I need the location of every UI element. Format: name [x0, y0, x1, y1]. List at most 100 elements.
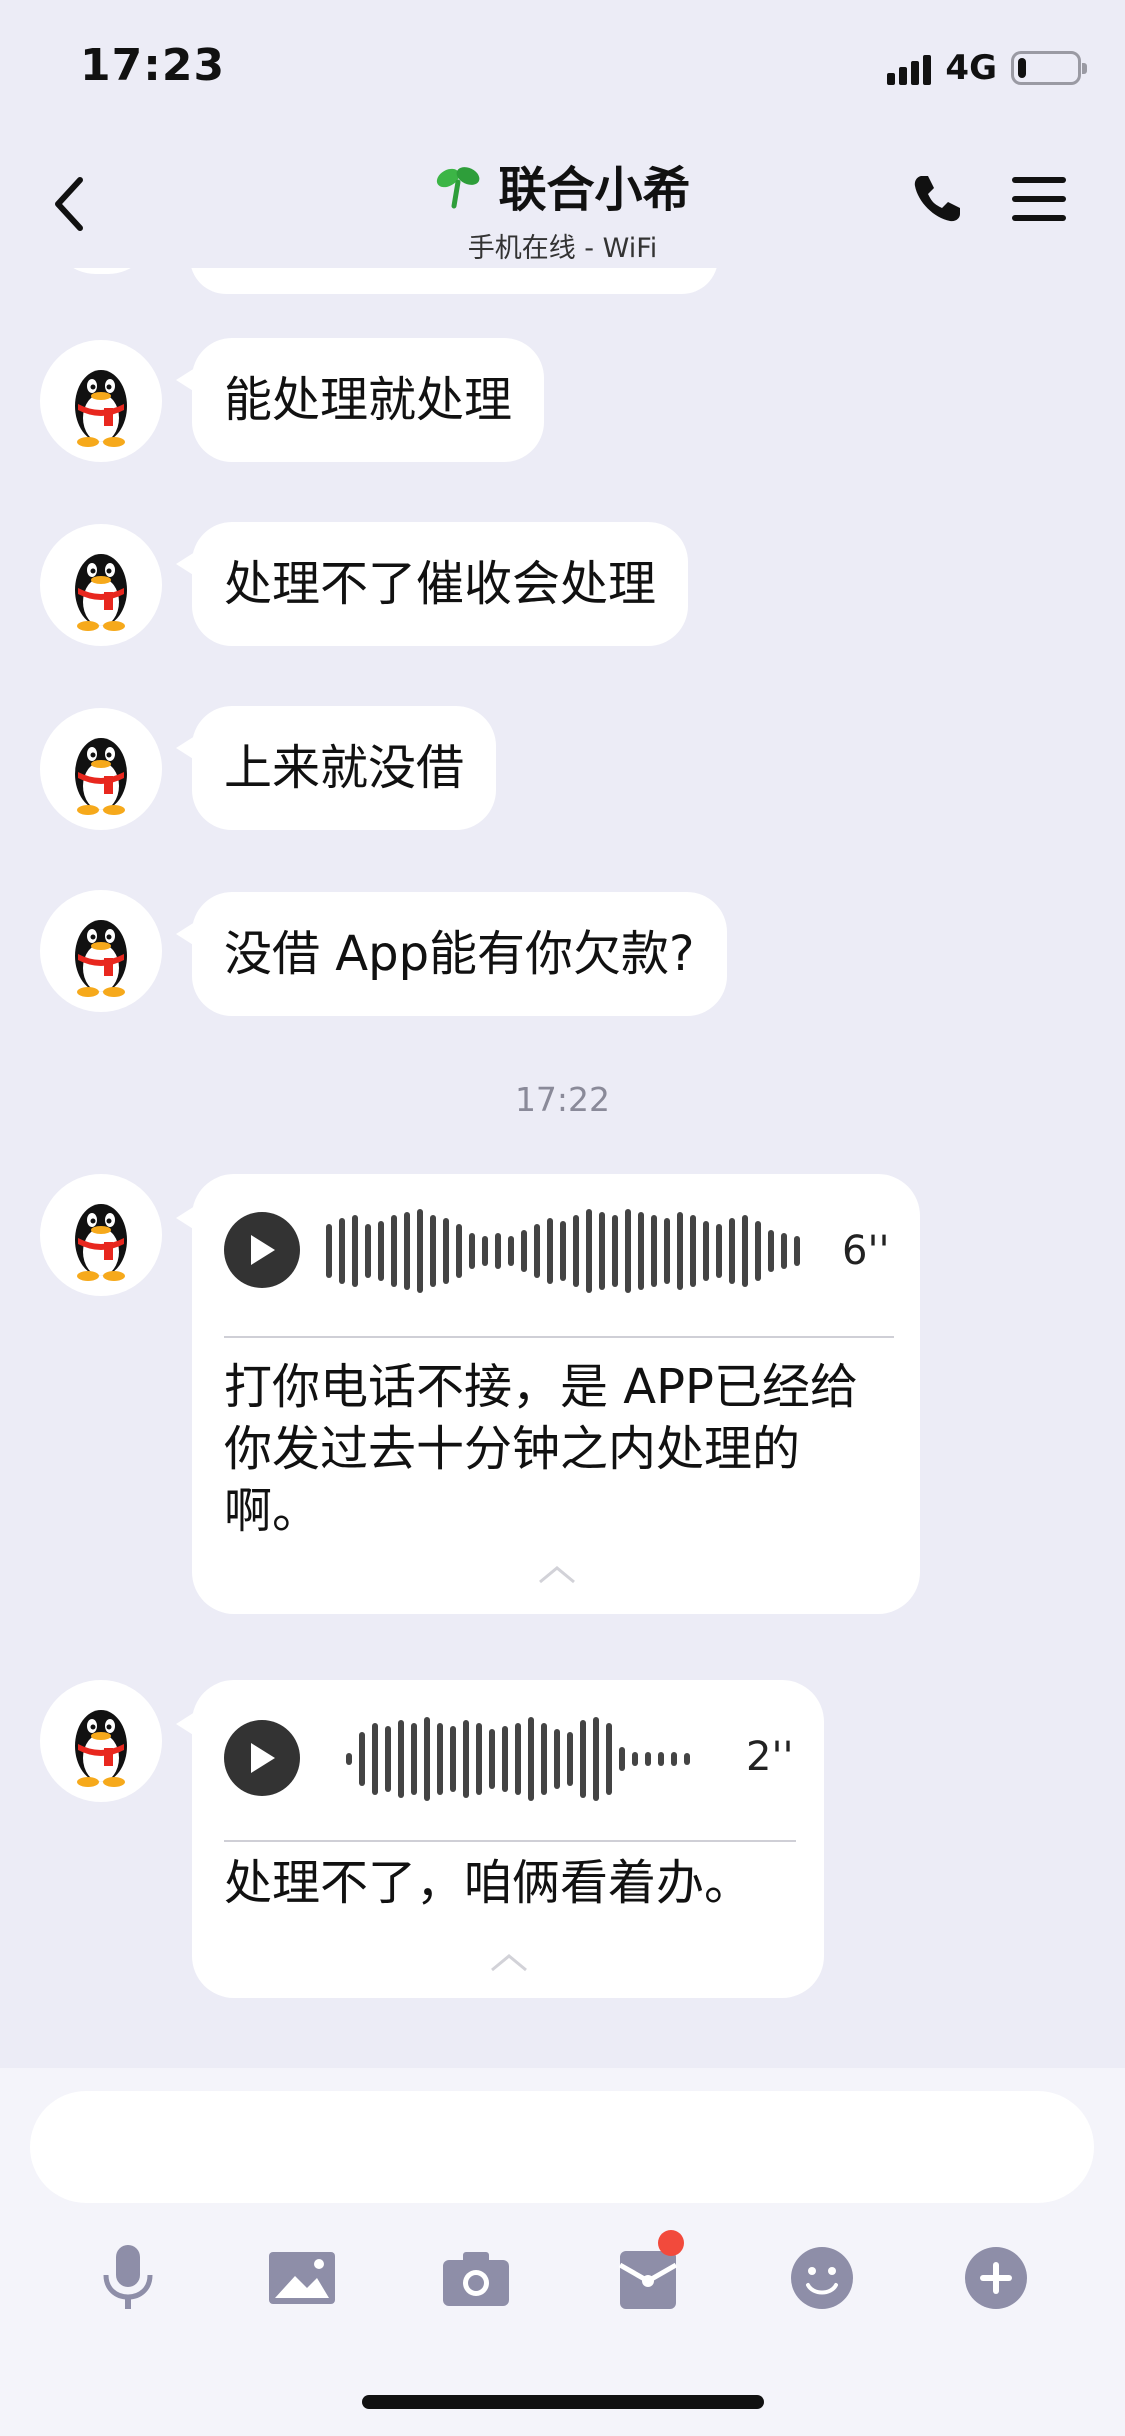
waveform-bar — [677, 1212, 683, 1290]
message-bubble[interactable] — [190, 268, 718, 294]
chevron-up-icon — [539, 1566, 575, 1584]
avatar[interactable] — [40, 1174, 162, 1296]
message-bubble[interactable]: 上来就没借 — [175, 706, 497, 830]
message-input[interactable] — [30, 2091, 1094, 2203]
image-icon — [269, 2252, 335, 2304]
waveform-bar — [385, 1726, 391, 1792]
waveform-bar — [671, 1752, 677, 1766]
hamburger-menu-icon — [1012, 177, 1066, 221]
menu-button[interactable] — [1008, 166, 1070, 232]
microphone-icon — [103, 2245, 153, 2309]
waveform-bar — [567, 1732, 573, 1786]
notification-badge — [658, 2230, 684, 2256]
waveform-bar — [716, 1224, 722, 1278]
avatar[interactable] — [40, 524, 162, 646]
plus-icon — [965, 2247, 1027, 2309]
waveform-bar — [541, 1723, 547, 1795]
avatar[interactable] — [40, 890, 162, 1012]
voice-transcript: 打你电话不接，是 APP已经给你发过去十分钟之内处理的啊。 — [224, 1359, 858, 1539]
waveform-bar — [703, 1221, 709, 1281]
voice-waveform — [326, 1206, 800, 1296]
message-bubble[interactable]: 能处理就处理 — [175, 338, 545, 462]
waveform-bar — [365, 1224, 371, 1278]
penguin-avatar-icon — [75, 1204, 127, 1281]
waveform-bar — [411, 1723, 417, 1795]
waveform-bar — [476, 1723, 482, 1795]
message-bubble[interactable]: 处理不了催收会处理 — [175, 522, 689, 646]
waveform-bar — [781, 1233, 787, 1269]
waveform-bar — [794, 1236, 800, 1266]
voice-message-bubble[interactable]: 6'' 打你电话不接，是 APP已经给你发过去十分钟之内处理的啊。 — [176, 1174, 920, 1614]
penguin-avatar-icon — [75, 920, 127, 997]
voice-message-bubble[interactable]: 2'' 处理不了，咱俩看着办。 — [176, 1680, 824, 1998]
waveform-bar — [424, 1717, 430, 1801]
phone-icon — [914, 176, 960, 222]
waveform-bar — [417, 1209, 423, 1293]
waveform-bar — [690, 1215, 696, 1287]
status-bar: 17:23 4G — [0, 0, 1125, 140]
waveform-bar — [339, 1218, 345, 1284]
waveform-bar — [573, 1215, 579, 1287]
waveform-bar — [450, 1726, 456, 1792]
waveform-bar — [580, 1720, 586, 1798]
waveform-bar — [508, 1236, 514, 1266]
waveform-bar — [632, 1752, 638, 1766]
camera-button[interactable] — [436, 2238, 516, 2318]
home-indicator — [362, 2395, 764, 2409]
penguin-avatar-icon — [75, 554, 127, 631]
divider — [224, 1336, 894, 1338]
camera-icon — [443, 2252, 509, 2306]
message-timestamp: 17:22 — [514, 1080, 611, 1119]
voice-transcript: 处理不了，咱俩看着办。 — [224, 1855, 753, 1911]
waveform-bar — [326, 1224, 332, 1278]
penguin-avatar-icon — [75, 1710, 127, 1787]
waveform-bar — [391, 1215, 397, 1287]
avatar[interactable] — [50, 268, 154, 274]
emoji-button[interactable] — [782, 2238, 862, 2318]
more-button[interactable] — [956, 2238, 1036, 2318]
message-bubble[interactable]: 没借 App能有你欠款? — [176, 892, 727, 1016]
waveform-bar — [554, 1729, 560, 1789]
waveform-bar — [482, 1236, 488, 1266]
waveform-bar — [489, 1729, 495, 1789]
status-time: 17:23 — [80, 40, 226, 91]
waveform-bar — [593, 1717, 599, 1801]
chevron-up-icon — [491, 1954, 527, 1972]
red-packet-button[interactable] — [608, 2230, 688, 2318]
voice-duration: 6'' — [842, 1228, 890, 1274]
waveform-bar — [372, 1723, 378, 1795]
voice-input-button[interactable] — [88, 2238, 168, 2318]
play-button[interactable] — [224, 1212, 300, 1288]
waveform-bar — [521, 1230, 527, 1272]
waveform-bar — [645, 1752, 651, 1766]
waveform-bar — [755, 1221, 761, 1281]
waveform-bar — [560, 1221, 566, 1281]
call-button[interactable] — [904, 166, 970, 232]
waveform-bar — [528, 1717, 534, 1801]
chat-messages[interactable]: 能处理就处理 处理不了催收会处理 上来就没借 没借 App能有你欠款? 17:2… — [0, 268, 1125, 2068]
photo-button[interactable] — [262, 2238, 342, 2318]
avatar[interactable] — [40, 1680, 162, 1802]
avatar[interactable] — [40, 340, 162, 462]
waveform-bar — [742, 1215, 748, 1287]
avatar[interactable] — [40, 708, 162, 830]
waveform-bar — [346, 1753, 352, 1765]
waveform-bar — [606, 1723, 612, 1795]
chat-header: 联合小希 手机在线 - WiFi — [0, 140, 1125, 268]
waveform-bar — [625, 1209, 631, 1293]
waveform-bar — [658, 1752, 664, 1766]
play-button[interactable] — [224, 1720, 300, 1796]
waveform-bar — [612, 1215, 618, 1287]
waveform-bar — [619, 1747, 625, 1771]
waveform-bar — [515, 1723, 521, 1795]
waveform-bar — [430, 1215, 436, 1287]
waveform-bar — [684, 1753, 690, 1765]
waveform-bar — [398, 1720, 404, 1798]
battery-icon — [1011, 51, 1087, 85]
emoji-icon — [791, 2247, 853, 2309]
waveform-bar — [469, 1233, 475, 1269]
penguin-avatar-icon — [75, 738, 127, 815]
waveform-bar — [664, 1218, 670, 1284]
waveform-bar — [495, 1233, 501, 1269]
waveform-bar — [638, 1212, 644, 1290]
